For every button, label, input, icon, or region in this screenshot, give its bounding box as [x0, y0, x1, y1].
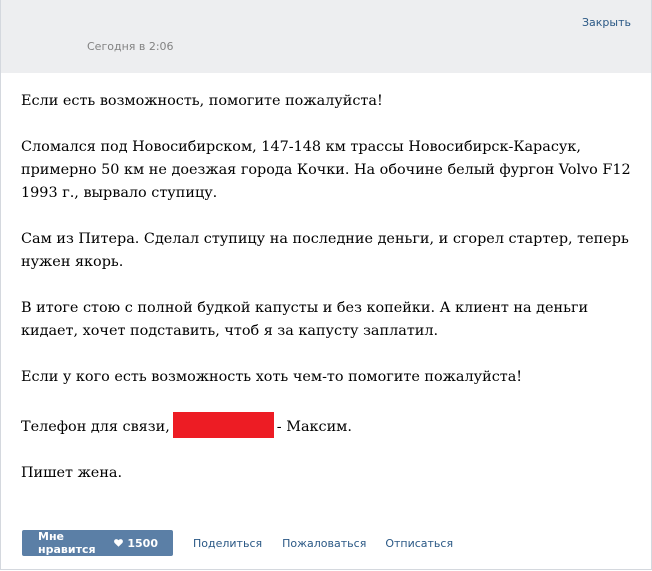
post-text: Если есть возможность, помогите пожалуйс…: [21, 90, 636, 508]
post-paragraph: В итоге стою с полной будкой капусты и б…: [21, 300, 589, 339]
post-paragraph: Сломался под Новосибирском, 147-148 км т…: [21, 139, 631, 201]
close-link[interactable]: Закрыть: [582, 16, 631, 29]
post-paragraph: Если есть возможность, помогите пожалуйс…: [21, 93, 383, 109]
phone-prefix: Телефон для связи,: [21, 419, 170, 435]
report-link[interactable]: Пожаловаться: [282, 537, 366, 550]
heart-icon: [114, 539, 124, 547]
post-actions: Мне нравится 1500 Поделиться Пожаловатьс…: [22, 530, 453, 556]
post-signature: Пишет жена.: [21, 465, 123, 481]
like-label: Мне нравится: [38, 530, 96, 556]
post-header: Закрыть Сегодня в 2:06: [1, 0, 651, 73]
post-modal: Закрыть Сегодня в 2:06 Если есть возможн…: [0, 0, 652, 570]
phone-suffix: - Максим.: [276, 419, 352, 435]
share-link[interactable]: Поделиться: [193, 537, 262, 550]
post-paragraph: Сам из Питера. Сделал ступицу на последн…: [21, 231, 629, 270]
post-timestamp[interactable]: Сегодня в 2:06: [87, 40, 174, 53]
post-paragraph: Если у кого есть возможность хоть чем-то…: [21, 369, 523, 385]
phone-line: Телефон для связи, - Максим.: [21, 412, 636, 439]
like-button[interactable]: Мне нравится 1500: [22, 530, 173, 556]
like-count: 1500: [127, 536, 158, 550]
redacted-phone: [172, 412, 274, 438]
unsubscribe-link[interactable]: Отписаться: [385, 537, 453, 550]
